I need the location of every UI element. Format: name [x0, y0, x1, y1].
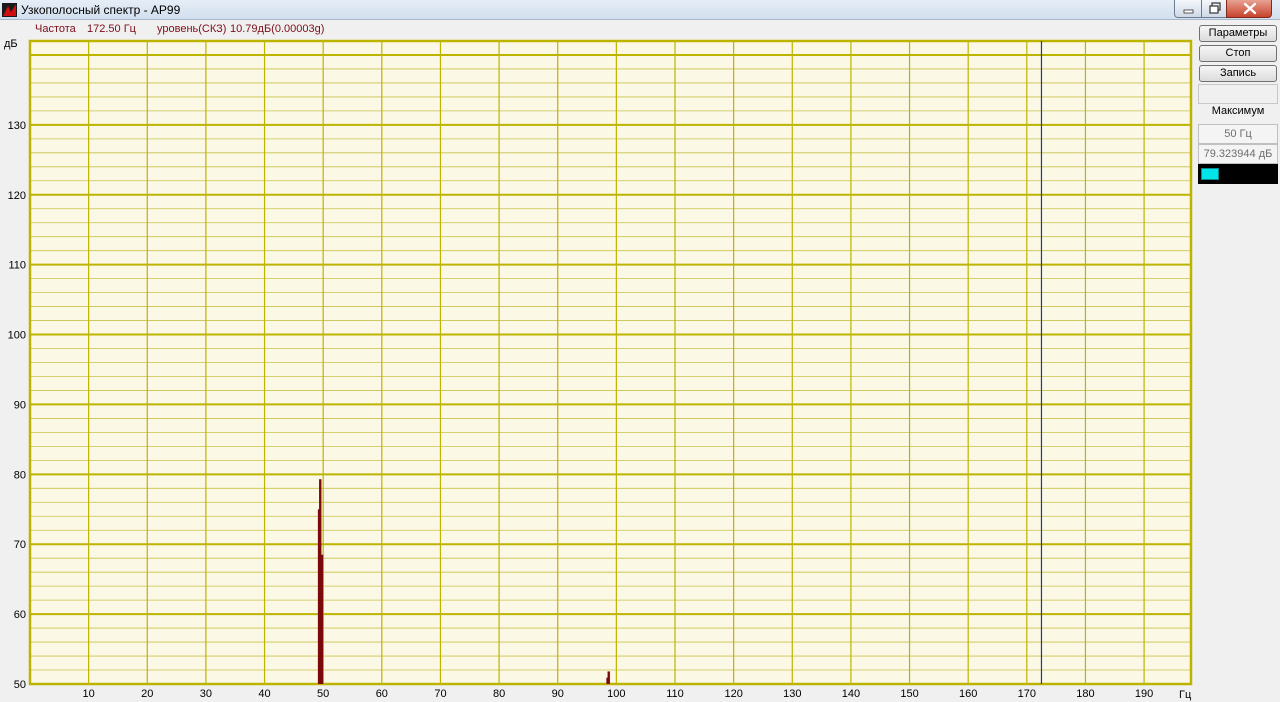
spectrum-bar [317, 509, 321, 684]
stop-button[interactable]: Стоп [1199, 45, 1277, 62]
status-field [1198, 84, 1278, 104]
restore-icon [1209, 2, 1221, 14]
level-value: 10.79дБ(0.00003g) [230, 23, 325, 35]
frequency-label: Частота [35, 23, 76, 35]
title-bar: Узкополосный спектр - AP99 [0, 0, 1280, 20]
frequency-value: 172.50 Гц [87, 23, 136, 35]
y-tick-label: 100 [8, 330, 26, 342]
x-tick-label: 50 [317, 688, 329, 700]
maximum-label: Максимум [1211, 105, 1265, 117]
max-frequency-field: 50 Гц [1198, 124, 1278, 144]
y-tick-label: 60 [14, 609, 26, 621]
y-axis-label: дБ [4, 38, 18, 50]
y-tick-label: 50 [14, 679, 26, 691]
x-tick-label: 140 [842, 688, 860, 700]
minimize-icon [1183, 9, 1194, 14]
close-button[interactable] [1226, 0, 1272, 18]
y-tick-label: 120 [8, 190, 26, 202]
x-tick-label: 60 [376, 688, 388, 700]
x-tick-label: 170 [1018, 688, 1036, 700]
spectrum-bar [320, 554, 324, 684]
y-tick-label: 70 [14, 539, 26, 551]
x-tick-label: 190 [1135, 688, 1153, 700]
y-tick-label: 80 [14, 469, 26, 481]
x-tick-label: 100 [607, 688, 625, 700]
x-tick-label: 80 [493, 688, 505, 700]
maximize-button[interactable] [1201, 0, 1227, 18]
parameters-button[interactable]: Параметры [1199, 25, 1277, 42]
x-tick-label: 90 [552, 688, 564, 700]
x-tick-label: 110 [666, 688, 684, 700]
x-tick-label: 40 [258, 688, 270, 700]
x-axis-label: Гц [1179, 689, 1192, 701]
y-tick-label: 110 [8, 260, 26, 272]
spectrum-chart[interactable]: 60 70 80 90 100 110 120 130 50 дБ 10 20 30 40 50 60 70 80… [0, 38, 1195, 702]
x-tick-label: 10 [83, 688, 95, 700]
x-tick-label: 130 [783, 688, 801, 700]
x-tick-label: 150 [900, 688, 918, 700]
close-icon [1243, 2, 1257, 15]
y-tick-label: 130 [8, 120, 26, 132]
x-tick-label: 160 [959, 688, 977, 700]
x-tick-label: 70 [434, 688, 446, 700]
app-icon [2, 3, 17, 17]
series-color-swatch[interactable] [1201, 168, 1219, 180]
x-tick-label: 120 [724, 688, 742, 700]
level-label: уровень(СКЗ) [157, 23, 227, 35]
series-color-indicator[interactable] [1198, 164, 1278, 184]
x-tick-label: 30 [200, 688, 212, 700]
window-title: Узкополосный спектр - AP99 [21, 3, 181, 17]
x-tick-label: 180 [1076, 688, 1094, 700]
minimize-button[interactable] [1174, 0, 1202, 18]
record-button[interactable]: Запись [1199, 65, 1277, 82]
max-level-field: 79.323944 дБ [1198, 144, 1278, 164]
spectrum-bar [606, 677, 609, 684]
y-tick-label: 90 [14, 399, 26, 411]
x-tick-label: 20 [141, 688, 153, 700]
